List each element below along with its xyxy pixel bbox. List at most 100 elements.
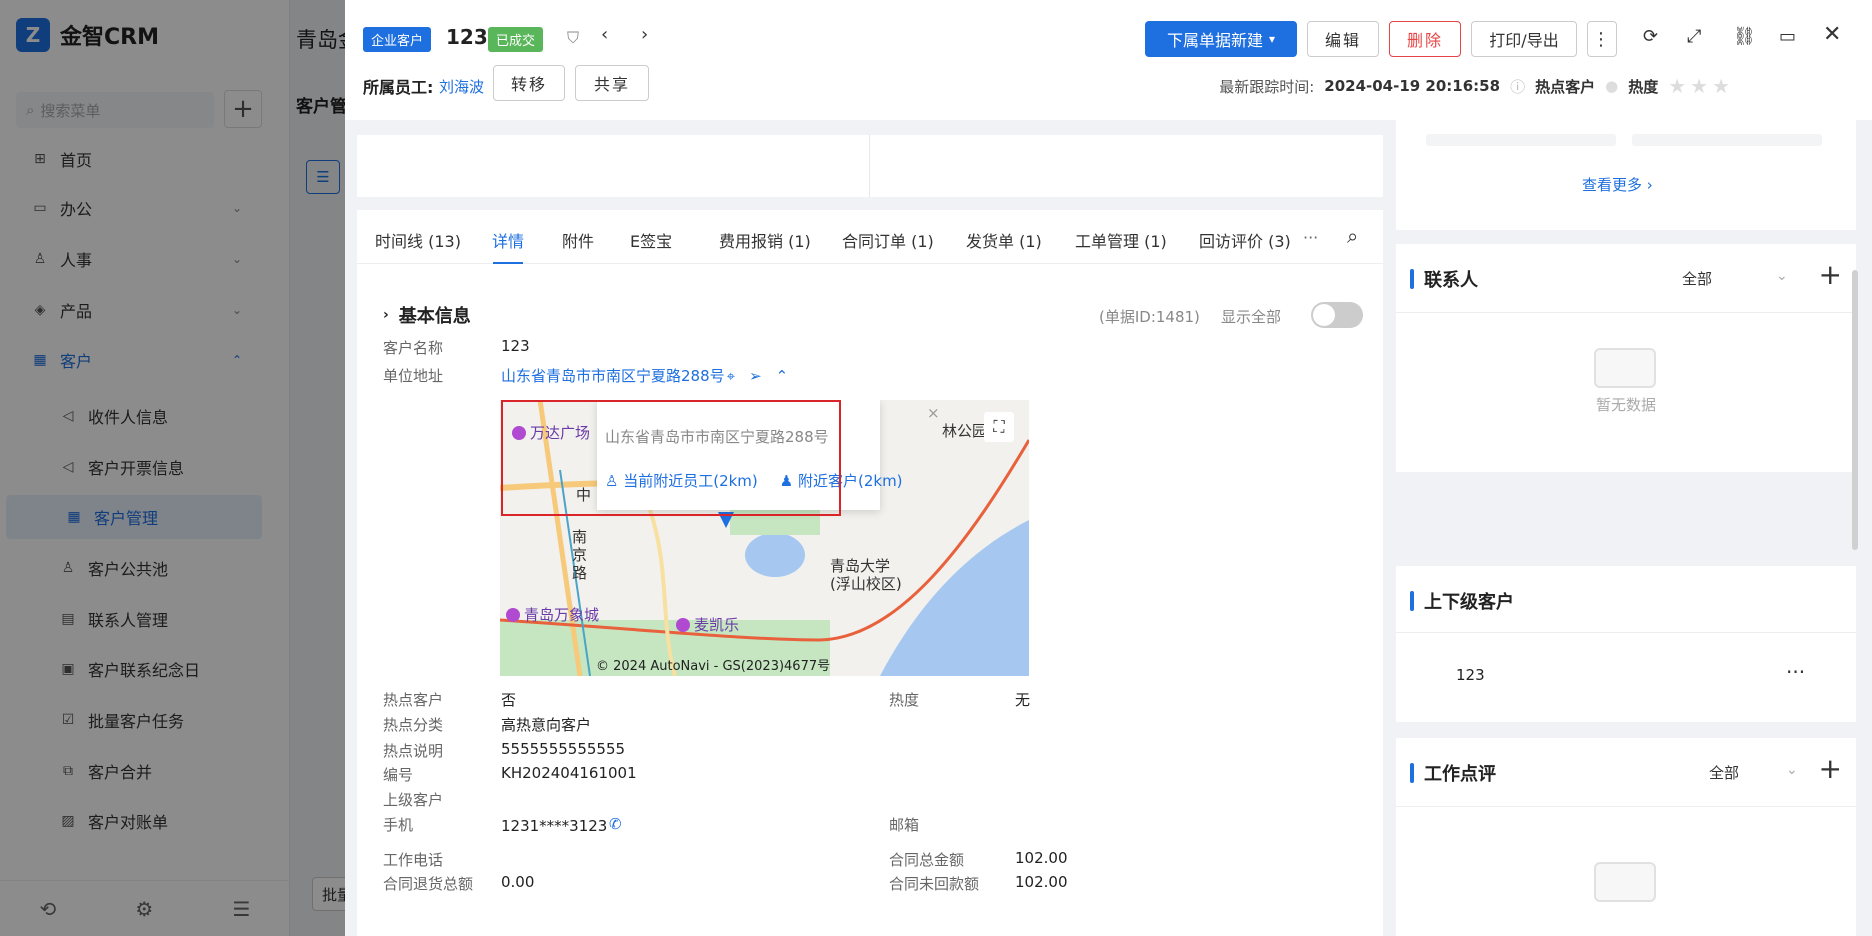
hot-customer-dot-icon: ● bbox=[1605, 77, 1619, 95]
customer-name-value: 123 bbox=[501, 337, 530, 355]
field-label: 合同退货总额 bbox=[383, 875, 474, 893]
last-follow-time: 2024-04-19 20:16:58 bbox=[1324, 77, 1501, 95]
map-copyright: © 2024 AutoNavi - GS(2023)4677号 bbox=[596, 659, 831, 674]
shield-icon[interactable]: ⛉ bbox=[567, 28, 579, 48]
field-label: 工作电话 bbox=[383, 851, 444, 869]
right-column: 查看更多 › 联系人 全部 ⌄ + 暂无数据 上下级客户 123 ··· 工作点… bbox=[1396, 120, 1856, 936]
map-label-park: 林公园 bbox=[942, 422, 988, 440]
share-button[interactable]: 共享 bbox=[575, 65, 649, 101]
refresh-icon[interactable]: ⟳ bbox=[1643, 26, 1658, 47]
section-basic-info[interactable]: › 基本信息 bbox=[383, 302, 471, 328]
divider bbox=[1396, 806, 1856, 807]
empty-text: 暂无数据 bbox=[1596, 396, 1657, 414]
field-label: 热点说明 bbox=[383, 742, 444, 760]
phone-icon[interactable]: ✆ bbox=[609, 815, 622, 833]
scrollbar[interactable] bbox=[1852, 270, 1858, 550]
document-id: (单据ID:1481) bbox=[1099, 308, 1200, 326]
add-review-icon[interactable]: + bbox=[1819, 752, 1842, 785]
heat-value: 无 bbox=[1015, 691, 1031, 709]
parent-child-card: 上下级客户 123 ··· bbox=[1396, 566, 1856, 722]
fullscreen-icon[interactable]: ⤢ bbox=[1687, 26, 1701, 47]
help-icon[interactable]: ⓘ bbox=[1510, 76, 1525, 97]
field-label: 客户名称 bbox=[383, 339, 444, 357]
section-title: 基本信息 bbox=[398, 306, 471, 327]
new-sub-document-button[interactable]: 下属单据新建 ▾ bbox=[1145, 21, 1297, 57]
header-meta: 最新跟踪时间: 2024-04-19 20:16:58 ⓘ 热点客户 ● 热度 … bbox=[1219, 74, 1734, 98]
next-record-icon[interactable]: › bbox=[641, 24, 648, 45]
see-more-link[interactable]: 查看更多 › bbox=[1582, 174, 1653, 195]
tab-details[interactable]: 详情 bbox=[492, 228, 524, 252]
work-review-title: 工作点评 bbox=[1410, 760, 1496, 786]
field-label: 编号 bbox=[383, 766, 414, 784]
owner-name-link[interactable]: 刘海波 bbox=[439, 76, 484, 97]
deal-status-badge: 已成交 bbox=[488, 27, 544, 52]
hot-description-value: 5555555555555 bbox=[501, 740, 626, 758]
empty-box-icon bbox=[1594, 862, 1656, 902]
popup-close-icon[interactable]: × bbox=[927, 404, 940, 422]
mobile-value: 1231****3123 bbox=[501, 817, 608, 835]
chevron-up-icon[interactable]: ⌃ bbox=[776, 367, 789, 385]
parent-child-item[interactable]: 123 bbox=[1456, 666, 1485, 684]
field-label: 热度 bbox=[889, 691, 920, 709]
dock-icon[interactable]: ▭ bbox=[1779, 26, 1796, 47]
address-value: 山东省青岛市市南区宁夏路288号 bbox=[501, 367, 725, 385]
review-filter[interactable]: 全部 bbox=[1709, 762, 1739, 783]
map-poi-mykl: 麦凯乐 bbox=[676, 614, 739, 635]
refund-total-value: 0.00 bbox=[501, 873, 535, 891]
highlight-box bbox=[501, 400, 841, 516]
contacts-card: 联系人 全部 ⌄ + 暂无数据 bbox=[1396, 244, 1856, 472]
address-map[interactable]: 万达广场 青岛万象城 麦凯乐 青岛大学 (浮山校区) 南京路 中 林公园 ⛶ © … bbox=[500, 400, 1029, 676]
work-review-card: 工作点评 全部 ⌄ + bbox=[1396, 738, 1856, 936]
chevron-right-icon: › bbox=[383, 307, 389, 323]
customer-type-badge: 企业客户 bbox=[363, 27, 432, 52]
last-follow-label: 最新跟踪时间: bbox=[1219, 77, 1315, 96]
more-actions-icon[interactable]: ⋮ bbox=[1587, 21, 1617, 57]
tab-visit-reviews[interactable]: 回访评价 (3) bbox=[1199, 228, 1291, 252]
heat-stars[interactable]: ★★★ bbox=[1668, 74, 1734, 98]
map-fullscreen-icon[interactable]: ⛶ bbox=[984, 412, 1014, 442]
navigate-icon[interactable]: ➢ bbox=[749, 367, 762, 385]
tab-esign[interactable]: E签宝 bbox=[630, 228, 672, 252]
tab-shipping[interactable]: 发货单 (1) bbox=[966, 228, 1042, 252]
field-label: 上级客户 bbox=[383, 791, 444, 809]
transfer-button[interactable]: 转移 bbox=[493, 65, 565, 101]
customer-title: 123 bbox=[446, 25, 488, 49]
field-label: 热点客户 bbox=[383, 691, 444, 709]
add-contact-icon[interactable]: + bbox=[1819, 258, 1842, 291]
related-card-top: 查看更多 › bbox=[1396, 120, 1856, 230]
link-icon[interactable]: ⛓ bbox=[1733, 26, 1756, 47]
show-all-label: 显示全部 bbox=[1221, 308, 1282, 326]
empty-box-icon bbox=[1594, 348, 1656, 388]
print-export-button[interactable]: 打印/导出 bbox=[1471, 21, 1577, 57]
owner-label: 所属员工: bbox=[363, 78, 434, 97]
tab-expenses[interactable]: 费用报销 (1) bbox=[719, 228, 811, 252]
delete-button[interactable]: 删除 bbox=[1389, 21, 1461, 57]
divider bbox=[869, 135, 870, 197]
field-label: 单位地址 bbox=[383, 367, 444, 385]
hot-customer-label: 热点客户 bbox=[1535, 77, 1596, 96]
chevron-down-icon[interactable]: ⌄ bbox=[1786, 762, 1798, 778]
unpaid-value: 102.00 bbox=[1015, 873, 1068, 891]
contacts-filter[interactable]: 全部 bbox=[1682, 268, 1712, 289]
tabs-more-icon[interactable]: ··· bbox=[1303, 228, 1318, 247]
address-link[interactable]: 山东省青岛市市南区宁夏路288号 ⌖ ➢ ⌃ bbox=[501, 365, 788, 386]
hot-category-value: 高热意向客户 bbox=[501, 716, 592, 734]
location-pin-icon[interactable]: ⌖ bbox=[727, 367, 735, 385]
left-column: 时间线 (13) 详情 附件 E签宝 费用报销 (1) 合同订单 (1) 发货单… bbox=[357, 120, 1383, 936]
chevron-down-icon[interactable]: ⌄ bbox=[1776, 268, 1788, 284]
drawer-header: 企业客户 123 已成交 ⛉ ‹ › 所属员工: 刘海波 转移 共享 下属单据新… bbox=[345, 0, 1872, 120]
prev-record-icon[interactable]: ‹ bbox=[601, 24, 608, 45]
tab-contract-orders[interactable]: 合同订单 (1) bbox=[842, 228, 934, 252]
tab-work-orders[interactable]: 工单管理 (1) bbox=[1075, 228, 1167, 252]
tab-timeline[interactable]: 时间线 (13) bbox=[375, 228, 461, 252]
divider bbox=[1396, 312, 1856, 313]
show-all-toggle[interactable] bbox=[1311, 302, 1363, 328]
placeholder-row bbox=[1426, 134, 1616, 146]
edit-button[interactable]: 编辑 bbox=[1307, 21, 1379, 57]
more-actions-icon[interactable]: ··· bbox=[1786, 660, 1805, 684]
tab-attachments[interactable]: 附件 bbox=[562, 228, 594, 252]
new-sub-document-label: 下属单据新建 bbox=[1166, 31, 1263, 50]
contract-total-value: 102.00 bbox=[1015, 849, 1068, 867]
close-icon[interactable]: ✕ bbox=[1823, 22, 1841, 47]
search-icon[interactable]: ⌕ bbox=[1347, 224, 1358, 248]
